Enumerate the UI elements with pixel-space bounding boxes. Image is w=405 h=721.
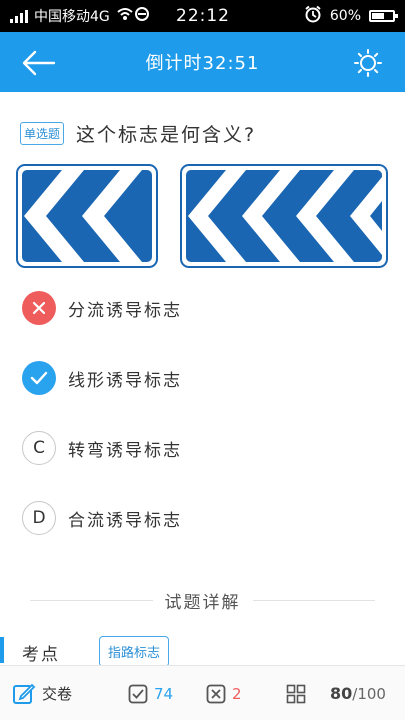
details-heading: 试题详解: [164, 592, 241, 613]
option-c[interactable]: C 转弯诱导标志: [22, 428, 182, 468]
option-c-marker: C: [22, 431, 56, 465]
option-d-marker: D: [22, 501, 56, 535]
progress-current: 80: [330, 684, 353, 703]
keypoint-accent-bar: [0, 637, 4, 663]
cross-icon: [32, 301, 46, 315]
option-b-text: 线形诱导标志: [68, 370, 182, 391]
carrier-label: 中国移动4G: [34, 9, 110, 25]
correct-count: 74: [154, 684, 174, 703]
edit-icon: [13, 683, 36, 704]
option-a[interactable]: 分流诱导标志: [22, 288, 182, 328]
option-b[interactable]: 线形诱导标志: [22, 358, 182, 398]
question-grid-button[interactable]: 80/100: [286, 666, 386, 721]
signal-icon: [10, 9, 28, 23]
chevron-sign-small-image: [16, 164, 158, 268]
option-a-marker: [22, 291, 56, 325]
theme-toggle-button[interactable]: [353, 48, 383, 78]
cross-box-icon: [206, 684, 226, 703]
back-button[interactable]: [22, 50, 56, 76]
countdown-title: 倒计时32:51: [145, 53, 260, 74]
chevron-sign-large-image: [180, 164, 388, 268]
option-d-text: 合流诱导标志: [68, 510, 182, 531]
question-header: 单选题 这个标志是何含义?: [20, 120, 256, 147]
submit-label: 交卷: [42, 685, 73, 703]
progress-total: /100: [352, 685, 386, 703]
bottom-bar: 交卷 74 2 80/100: [0, 665, 405, 720]
wifi-icon: [116, 6, 150, 26]
battery-icon: [369, 10, 398, 22]
details-divider: 试题详解: [30, 586, 375, 614]
sun-icon: [354, 49, 382, 77]
clock-time: 22:12: [176, 6, 230, 26]
wrong-count: 2: [232, 684, 242, 703]
app-bar: 倒计时32:51: [0, 32, 405, 92]
keypoint-label: 考点: [22, 645, 60, 665]
submit-exam-button[interactable]: 交卷: [12, 666, 72, 721]
option-b-marker: [22, 361, 56, 395]
alarm-icon: [304, 5, 322, 27]
question-text: 这个标志是何含义?: [76, 124, 257, 146]
sign-images: [16, 164, 388, 268]
grid-icon: [286, 684, 306, 703]
correct-count-button[interactable]: 74: [128, 666, 173, 721]
keypoint-tag[interactable]: 指路标志: [99, 636, 170, 667]
question-type-badge: 单选题: [20, 122, 65, 145]
check-icon: [30, 371, 48, 385]
battery-percent: 60%: [329, 8, 361, 24]
wrong-count-button[interactable]: 2: [206, 666, 242, 721]
option-c-text: 转弯诱导标志: [68, 440, 182, 461]
status-bar: 中国移动4G 22:12 60%: [0, 0, 405, 32]
option-d[interactable]: D 合流诱导标志: [22, 498, 182, 538]
option-a-text: 分流诱导标志: [68, 300, 182, 321]
check-box-icon: [128, 684, 148, 703]
arrow-left-icon: [22, 50, 56, 76]
